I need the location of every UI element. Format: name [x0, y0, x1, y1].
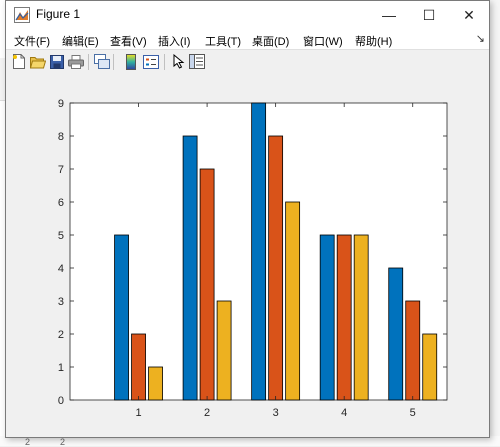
- y-tick-label: 1: [58, 362, 64, 374]
- bar[interactable]: [353, 234, 369, 401]
- menu-bar: 文件(F) 编辑(E) 查看(V) 插入(I) 工具(T) 桌面(D) 窗口(W…: [6, 29, 489, 49]
- close-button[interactable]: ✕: [449, 1, 489, 29]
- save-icon[interactable]: [48, 53, 65, 70]
- y-tick-label: 9: [58, 98, 64, 110]
- figure-toolbar: [6, 49, 489, 75]
- link-plot-icon[interactable]: [93, 53, 110, 70]
- x-tick-label: 4: [341, 407, 347, 419]
- bar[interactable]: [319, 234, 335, 401]
- bar[interactable]: [148, 366, 163, 401]
- maximize-button[interactable]: ☐: [409, 1, 449, 29]
- toolbar-separator: [164, 54, 165, 70]
- toolbar-separator: [88, 54, 89, 70]
- open-file-icon[interactable]: [29, 53, 46, 70]
- edit-plot-arrow-icon[interactable]: [170, 53, 187, 70]
- y-tick-label: 3: [58, 296, 64, 308]
- menu-window[interactable]: 窗口(W): [303, 33, 343, 49]
- menu-edit[interactable]: 编辑(E): [62, 33, 99, 49]
- menu-desktop[interactable]: 桌面(D): [252, 33, 289, 49]
- menu-insert[interactable]: 插入(I): [158, 33, 190, 49]
- bar[interactable]: [251, 102, 267, 401]
- y-tick-label: 5: [58, 230, 64, 242]
- bar[interactable]: [199, 168, 215, 401]
- matlab-figure-icon: [14, 7, 30, 23]
- y-tick-label: 7: [58, 164, 64, 176]
- figure-window: Figure 1 — ☐ ✕ 文件(F) 编辑(E) 查看(V) 插入(I) 工…: [5, 0, 490, 438]
- minimize-button[interactable]: —: [369, 1, 409, 29]
- x-tick-label: 3: [273, 407, 279, 419]
- new-figure-icon[interactable]: [10, 53, 27, 70]
- print-icon[interactable]: [67, 53, 84, 70]
- insert-legend-icon[interactable]: [142, 53, 159, 70]
- menu-file[interactable]: 文件(F): [14, 33, 50, 49]
- bar[interactable]: [405, 300, 421, 401]
- x-tick-label: 1: [135, 407, 141, 419]
- bar[interactable]: [422, 333, 438, 401]
- bar[interactable]: [336, 234, 352, 401]
- x-tick-label: 2: [204, 407, 210, 419]
- y-tick-label: 6: [58, 197, 64, 209]
- y-tick-label: 0: [58, 395, 64, 407]
- menu-help[interactable]: 帮助(H): [355, 33, 392, 49]
- bar[interactable]: [216, 300, 232, 401]
- figure-canvas[interactable]: 0 1 2 3 4 5 6 7 8 9 1 2 3 4 5: [6, 74, 489, 437]
- bar[interactable]: [131, 333, 146, 401]
- bar[interactable]: [388, 267, 404, 401]
- menu-view[interactable]: 查看(V): [110, 33, 147, 49]
- toolbar-separator: [113, 54, 114, 70]
- y-tick-label: 8: [58, 131, 64, 143]
- dock-arrow-icon[interactable]: ↘: [476, 32, 485, 45]
- x-tick-label: 5: [410, 407, 416, 419]
- bar[interactable]: [182, 135, 198, 401]
- window-title: Figure 1: [36, 7, 81, 21]
- bar[interactable]: [268, 135, 284, 401]
- bar[interactable]: [114, 234, 129, 401]
- property-inspector-icon[interactable]: [188, 53, 205, 70]
- insert-colorbar-icon[interactable]: [122, 53, 139, 70]
- y-tick-label: 4: [58, 263, 64, 275]
- y-tick-label: 2: [58, 329, 64, 341]
- menu-tools[interactable]: 工具(T): [205, 33, 241, 49]
- bar-chart[interactable]: 0 1 2 3 4 5 6 7 8 9 1 2 3 4 5: [6, 74, 489, 437]
- title-bar[interactable]: Figure 1 — ☐ ✕: [6, 1, 489, 29]
- bar[interactable]: [285, 201, 301, 401]
